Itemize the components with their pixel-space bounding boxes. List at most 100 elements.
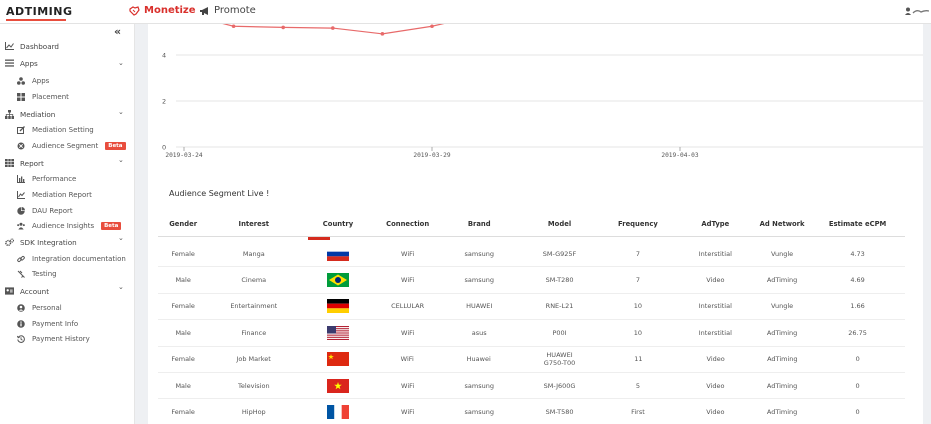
- sidebar-group-account[interactable]: Account: [5, 284, 49, 298]
- sidebar-group-apps[interactable]: Apps: [5, 56, 38, 70]
- cell-brand: samsung: [464, 381, 494, 390]
- cell-interest: Finance: [241, 328, 267, 337]
- nav-promote[interactable]: Promote: [199, 5, 256, 16]
- cell-ecpm: 4.69: [850, 276, 865, 285]
- cell-ecpm: 1.66: [850, 302, 865, 311]
- sidebar-item-audience-segment[interactable]: Audience Segment Beta: [17, 140, 126, 152]
- sitemap-icon: [5, 109, 14, 119]
- cell-ad-network: Vungle: [771, 302, 794, 311]
- col-adtype[interactable]: AdType: [677, 220, 754, 228]
- link-icon: [17, 255, 25, 263]
- cell-interest: Television: [237, 381, 270, 390]
- cell-country: [299, 299, 376, 314]
- cell-gender: Female: [171, 249, 195, 258]
- sidebar-group-label: Apps: [20, 58, 38, 68]
- id-card-icon: [5, 287, 14, 296]
- sidebar-group-mediation[interactable]: Mediation: [5, 107, 55, 121]
- col-country[interactable]: Country: [299, 220, 376, 228]
- sidebar-group-sdk-integration[interactable]: SDK Integration: [5, 235, 77, 249]
- cell-country: [299, 378, 376, 393]
- chevron-down-icon[interactable]: ⌄: [118, 59, 124, 67]
- table-icon: [5, 159, 14, 168]
- sidebar-item-payment-info[interactable]: Payment Info: [17, 318, 78, 330]
- cell-frequency: First: [631, 408, 645, 417]
- sidebar-collapse-button[interactable]: «: [114, 25, 121, 38]
- col-frequency[interactable]: Frequency: [599, 220, 676, 228]
- sidebar-item-mediation-setting[interactable]: Mediation Setting: [17, 124, 94, 136]
- cell-frequency: 7: [635, 249, 640, 258]
- gears-icon: [5, 237, 14, 247]
- cell-ad-network: AdTiming: [767, 355, 798, 364]
- col-interest[interactable]: Interest: [208, 220, 299, 228]
- cell-brand: HUAWEI: [466, 302, 493, 311]
- table-row[interactable]: Female HipHop WiFi samsung SM-T580 First…: [158, 399, 905, 424]
- logo-underline: [6, 19, 66, 21]
- target-icon: [17, 142, 25, 150]
- user-icon[interactable]: [905, 7, 930, 18]
- handshake-icon: [129, 5, 140, 16]
- cell-adtype: Video: [706, 408, 725, 417]
- top-bar: ADTIMING Monetize Promote: [0, 0, 931, 24]
- sidebar-item-testing[interactable]: Testing: [17, 268, 57, 280]
- col-model[interactable]: Model: [520, 220, 599, 228]
- sidebar-group-report[interactable]: Report: [5, 156, 44, 170]
- cell-adtype: Video: [706, 276, 725, 285]
- cell-connection: WiFi: [400, 355, 414, 364]
- cell-frequency: 10: [633, 302, 643, 311]
- sidebar-item-label: DAU Report: [32, 207, 73, 215]
- chevron-down-icon[interactable]: ⌄: [118, 108, 124, 116]
- cell-interest: Manga: [242, 249, 265, 258]
- sidebar-group-label: SDK Integration: [20, 237, 77, 247]
- table-row[interactable]: Female Manga WiFi samsung SM-G925F 7 Int…: [158, 241, 905, 268]
- sidebar-item-apps[interactable]: Apps: [17, 75, 49, 87]
- chevron-down-icon[interactable]: ⌄: [118, 156, 124, 164]
- sidebar-item-dashboard[interactable]: Dashboard: [5, 39, 59, 53]
- sidebar-item-placement[interactable]: Placement: [17, 91, 69, 103]
- cell-model: SM-T280: [545, 276, 574, 285]
- cell-brand: samsung: [464, 249, 494, 258]
- sidebar-item-mediation-report[interactable]: Mediation Report: [17, 189, 92, 201]
- beta-badge: Beta: [101, 222, 122, 230]
- sidebar-item-integration-documentation[interactable]: Integration documentation: [17, 253, 126, 265]
- cell-model: SM-J600G: [543, 381, 576, 390]
- sidebar-item-dau-report[interactable]: DAU Report: [17, 205, 73, 217]
- col-gender[interactable]: Gender: [158, 220, 208, 228]
- y-tick-label: 2: [162, 98, 166, 106]
- col-brand[interactable]: Brand: [439, 220, 520, 228]
- col-ad-network[interactable]: Ad Network: [754, 220, 810, 228]
- vietnam-flag-icon: [326, 378, 349, 393]
- logo[interactable]: ADTIMING: [6, 5, 73, 21]
- table-row[interactable]: Male Cinema WiFi samsung SM-T280 7 Video…: [158, 267, 905, 294]
- cell-country: [299, 405, 376, 420]
- data-point: [380, 32, 385, 36]
- sidebar-item-label: Performance: [32, 175, 77, 183]
- cell-model: RNE-L21: [545, 302, 574, 311]
- nav-monetize[interactable]: Monetize: [129, 5, 196, 16]
- cell-country: [299, 325, 376, 340]
- cell-frequency: 7: [635, 276, 640, 285]
- cell-interest: Cinema: [241, 276, 267, 285]
- sidebar-item-label: Payment Info: [32, 320, 79, 328]
- person-circle-icon: [17, 304, 25, 312]
- table-row[interactable]: Male Television WiFi samsung SM-J600G 5 …: [158, 373, 905, 400]
- sidebar-item-audience-insights[interactable]: Audience Insights Beta: [17, 220, 122, 232]
- cell-ad-network: AdTiming: [766, 381, 798, 390]
- cell-gender: Female: [171, 408, 195, 417]
- info-icon: [17, 320, 25, 328]
- sidebar-item-payment-history[interactable]: Payment History: [17, 333, 90, 345]
- cell-ad-network: AdTiming: [766, 328, 798, 337]
- table-row[interactable]: Female Entertainment CELLULAR HUAWEI RNE…: [158, 294, 905, 321]
- nav-promote-label: Promote: [214, 5, 256, 16]
- chevron-down-icon[interactable]: ⌄: [118, 283, 124, 291]
- sidebar-item-personal[interactable]: Personal: [17, 302, 62, 314]
- table-row[interactable]: Female Job Market WiFi Huawei HUAWEI G75…: [158, 347, 905, 373]
- cell-adtype: Video: [706, 355, 725, 364]
- table-row[interactable]: Male Finance WiFi asus P00I 10 Interstit…: [158, 320, 905, 347]
- sidebar-item-performance[interactable]: Performance: [17, 173, 76, 185]
- col-estimate-ecpm[interactable]: Estimate eCPM: [810, 220, 905, 228]
- brazil-flag-icon: [326, 273, 349, 288]
- col-connection[interactable]: Connection: [377, 220, 439, 228]
- chevron-down-icon[interactable]: ⌄: [118, 234, 124, 242]
- cell-frequency: 5: [635, 381, 640, 390]
- sidebar-item-label: Payment History: [32, 335, 90, 343]
